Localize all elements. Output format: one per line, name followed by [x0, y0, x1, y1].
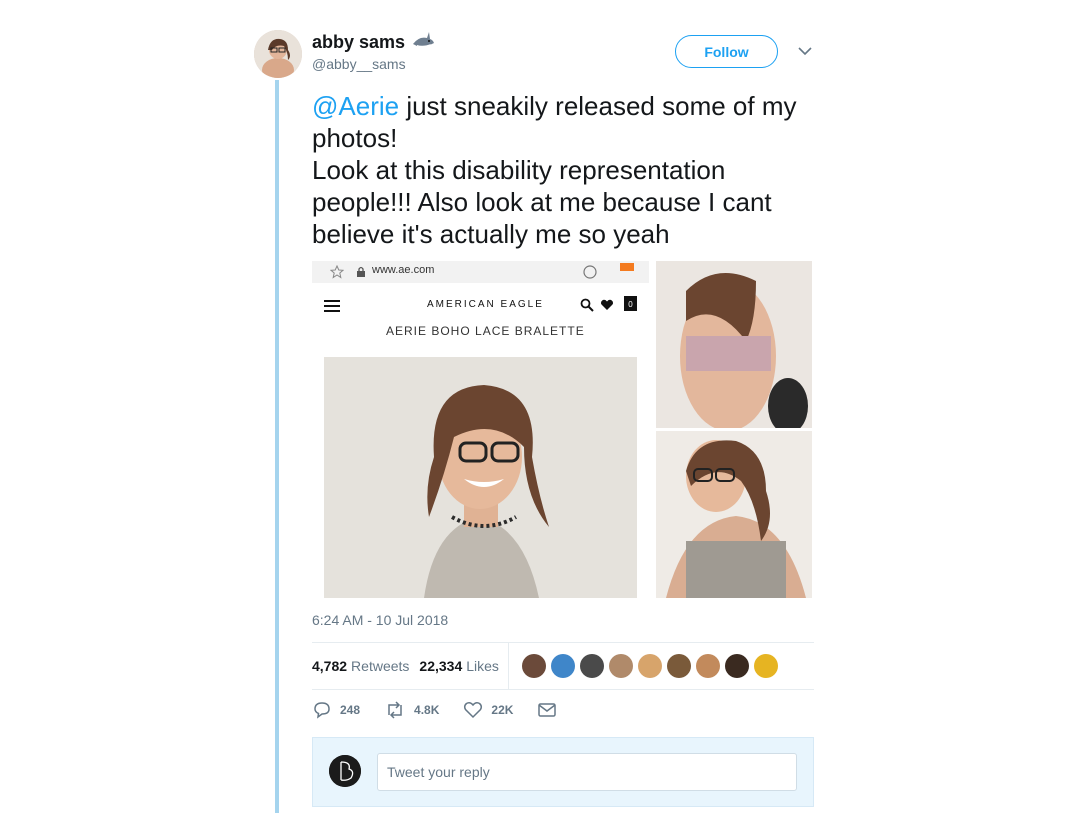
author-avatar[interactable] — [254, 30, 302, 78]
author-name-row[interactable]: abby sams — [312, 30, 435, 55]
stats-divider-bottom — [312, 689, 814, 690]
reply-input[interactable]: Tweet your reply — [377, 753, 797, 791]
tweet-text: @Aerie just sneakily released some of my… — [312, 90, 817, 250]
url-text: www.ae.com — [372, 264, 435, 276]
shark-icon — [411, 30, 435, 55]
heart-outline-icon — [464, 702, 483, 719]
model-photo-side[interactable] — [656, 431, 812, 598]
retweet-count: 4.8K — [414, 703, 440, 717]
model-photo-back[interactable] — [656, 261, 812, 428]
chevron-down-icon[interactable] — [797, 44, 813, 58]
retweet-icon — [388, 701, 402, 719]
retweets-count[interactable]: 4,782 — [312, 658, 347, 674]
tweet-stats: 4,782 Retweets 22,334 Likes — [312, 643, 499, 689]
liker-avatar[interactable] — [551, 654, 575, 678]
like-count: 22K — [491, 703, 514, 717]
thread-line — [275, 80, 279, 813]
browser-url-bar: www.ae.com — [312, 261, 649, 283]
liker-avatar[interactable] — [667, 654, 691, 678]
mention-link[interactable]: @Aerie — [312, 91, 399, 121]
star-icon — [330, 265, 344, 279]
retweets-label[interactable]: Retweets — [351, 658, 409, 674]
reply-composer: Tweet your reply — [312, 737, 814, 807]
reply-action[interactable]: 248 — [312, 700, 360, 720]
liker-avatar[interactable] — [725, 654, 749, 678]
current-user-avatar[interactable] — [329, 755, 361, 787]
browser-app-icon — [620, 263, 634, 271]
liker-avatar[interactable] — [638, 654, 662, 678]
reply-count: 248 — [340, 703, 361, 717]
ae-brand-logo: AMERICAN EAGLE — [427, 299, 544, 310]
follow-button[interactable]: Follow — [675, 35, 778, 68]
liker-avatar[interactable] — [522, 654, 546, 678]
ae-product-title: AERIE BOHO LACE BRALETTE — [386, 324, 585, 338]
author-handle[interactable]: @abby__sams — [312, 56, 406, 72]
tweet-timestamp[interactable]: 6:24 AM - 10 Jul 2018 — [312, 612, 448, 628]
model-photo-main — [324, 357, 637, 598]
bag-count: 0 — [628, 300, 633, 309]
liker-avatar[interactable] — [754, 654, 778, 678]
liker-avatars — [522, 654, 778, 678]
reload-icon — [583, 265, 597, 279]
tweet-text-second: Look at this disability representation p… — [312, 155, 772, 249]
liker-avatar[interactable] — [696, 654, 720, 678]
lock-icon — [357, 266, 365, 277]
likes-count[interactable]: 22,334 — [419, 658, 462, 674]
author-display-name[interactable]: abby sams — [312, 32, 405, 53]
media-screenshot[interactable]: www.ae.com AMERICAN EAGLE 0 AERIE BOHO L… — [312, 261, 649, 598]
stats-separator — [508, 643, 509, 689]
envelope-icon — [538, 703, 557, 717]
liker-avatar[interactable] — [609, 654, 633, 678]
likes-label[interactable]: Likes — [466, 658, 499, 674]
like-action[interactable]: 22K — [463, 701, 513, 719]
retweet-action[interactable]: 4.8K — [384, 700, 439, 720]
bag-icon: 0 — [624, 296, 637, 311]
search-icon — [580, 298, 594, 312]
hamburger-menu-icon — [324, 300, 340, 312]
heart-icon — [600, 299, 614, 310]
tweet-media[interactable]: www.ae.com AMERICAN EAGLE 0 AERIE BOHO L… — [312, 261, 812, 598]
liker-avatar[interactable] — [580, 654, 604, 678]
reply-icon — [314, 702, 330, 719]
direct-message-action[interactable] — [537, 702, 557, 718]
tweet-actions: 248 4.8K 22K — [312, 700, 581, 720]
